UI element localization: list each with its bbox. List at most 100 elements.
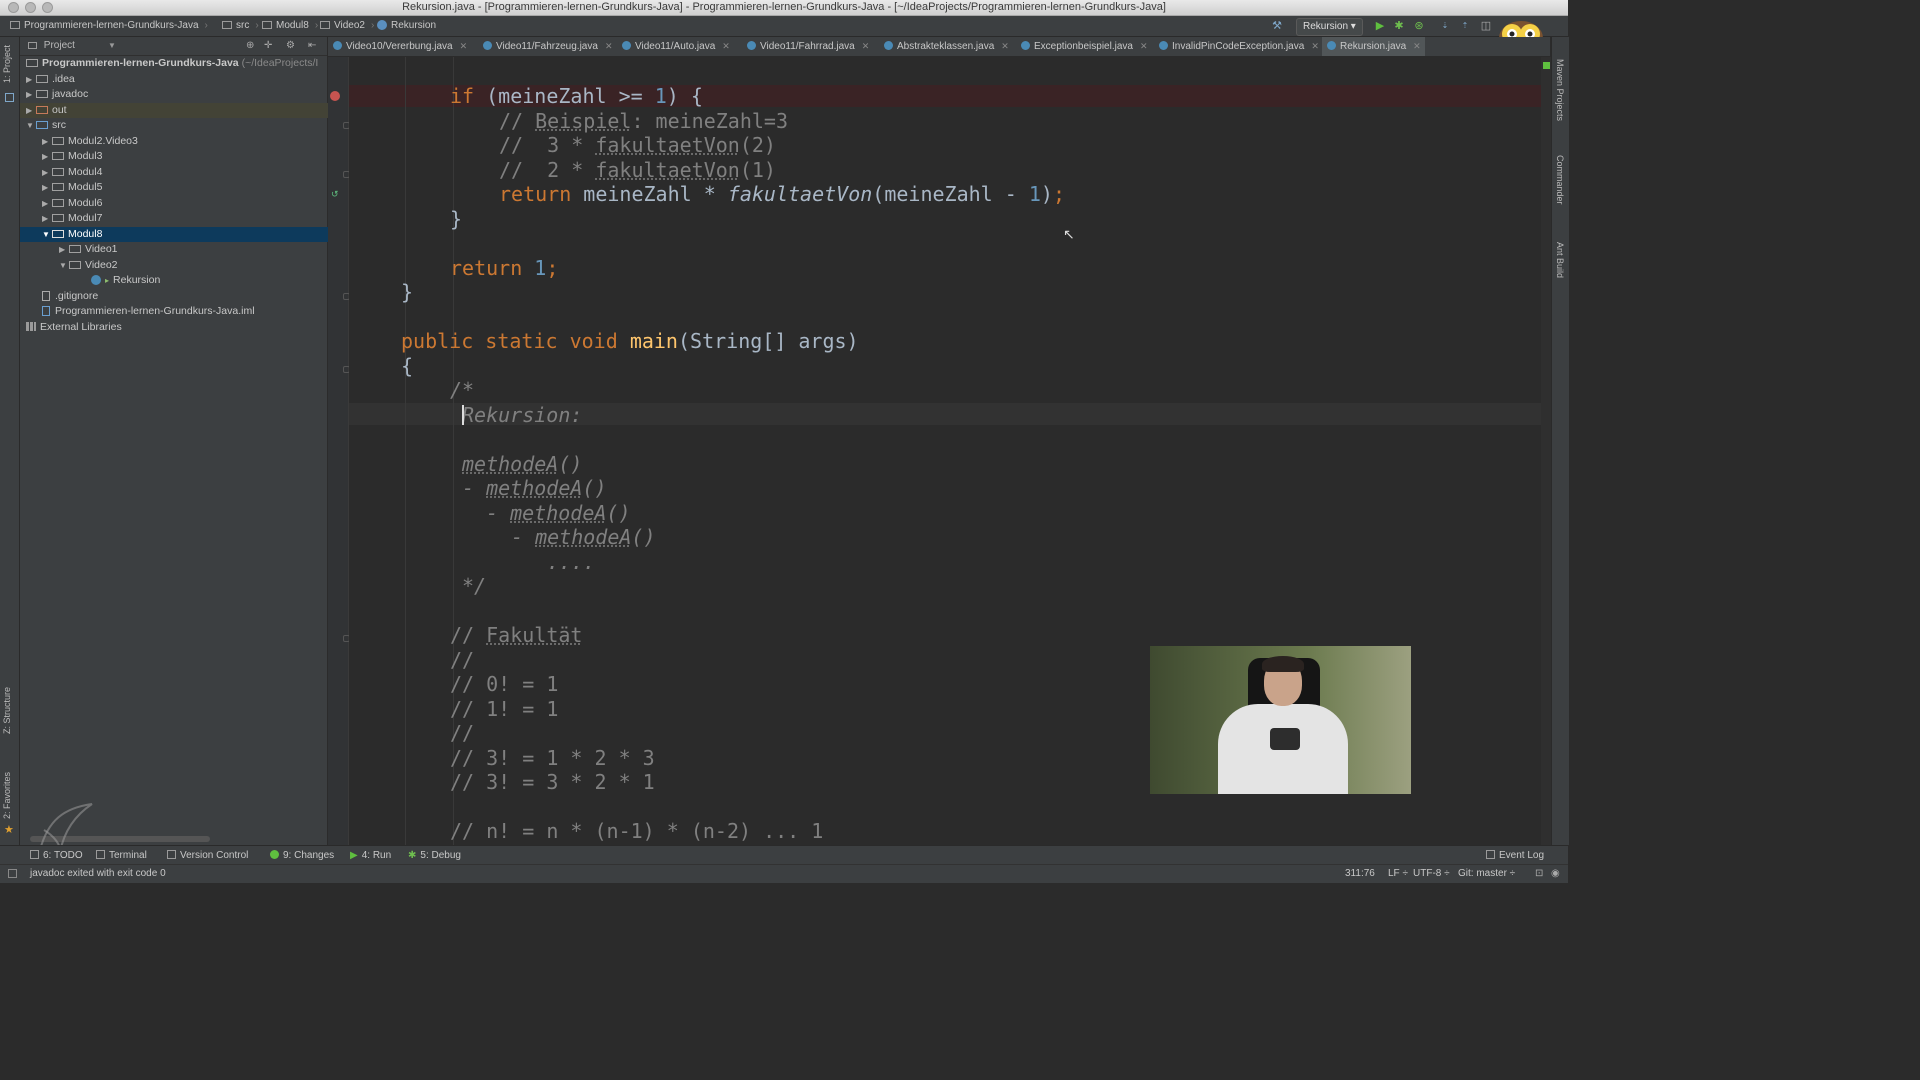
todo-icon	[30, 850, 39, 859]
module-file-icon	[42, 306, 50, 316]
chevron-right-icon[interactable]: ▶	[42, 180, 52, 195]
close-tab-icon[interactable]: ✕	[1311, 41, 1319, 51]
tree-item-idea[interactable]: ▶ .idea	[20, 72, 333, 87]
tree-item-video2[interactable]: ▼ Video2	[20, 258, 366, 273]
favorites-tool-tab[interactable]: 2: Favorites	[2, 772, 12, 819]
gear-icon[interactable]: ⚙	[286, 37, 295, 55]
tree-item-src[interactable]: ▼ src	[20, 118, 333, 133]
project-tool-tab[interactable]: 1: Project	[2, 45, 12, 83]
structure-tool-tab[interactable]: Z: Structure	[2, 687, 12, 734]
chevron-down-icon[interactable]: ▼	[108, 37, 116, 55]
navigation-bar: Programmieren-lernen-Grundkurs-Java › src…	[0, 16, 1568, 37]
tree-item-modul2-video3[interactable]: ▶ Modul2.Video3	[20, 134, 349, 149]
settings-icon[interactable]: ◫	[1479, 19, 1493, 33]
tree-item-modul4[interactable]: ▶ Modul4	[20, 165, 349, 180]
run-icon[interactable]: ▶	[1373, 19, 1387, 33]
tree-item-javadoc[interactable]: ▶ javadoc	[20, 87, 333, 102]
code-line: //	[450, 721, 475, 745]
tab-invalidpincodeexception[interactable]: InvalidPinCodeException.java ✕	[1154, 37, 1323, 56]
todo-tab[interactable]: 6: TODO	[30, 846, 83, 865]
tab-auto[interactable]: Video11/Auto.java ✕	[617, 37, 734, 56]
tab-fahrzeug[interactable]: Video11/Fahrzeug.java ✕	[478, 37, 616, 56]
chevron-down-icon[interactable]: ▼	[42, 227, 52, 242]
inspector-icon[interactable]: ◉	[1551, 865, 1560, 883]
tree-item-modul8[interactable]: ▼ Modul8	[20, 227, 349, 242]
coverage-icon[interactable]: ⊛	[1412, 19, 1426, 33]
toggle-tool-windows-icon[interactable]	[8, 869, 17, 878]
excluded-folder-icon	[36, 106, 48, 114]
editor-scrollbar[interactable]	[1541, 57, 1551, 845]
run-configuration-select[interactable]: Rekursion ▾	[1296, 18, 1363, 36]
close-tab-icon[interactable]: ✕	[1001, 41, 1009, 51]
breadcrumb-modul8[interactable]: Modul8 ›	[262, 16, 318, 36]
chevron-right-icon[interactable]: ▶	[26, 103, 36, 118]
chevron-right-icon[interactable]: ▶	[42, 211, 52, 226]
tree-item-modul7[interactable]: ▶ Modul7	[20, 211, 349, 226]
debug-icon[interactable]: ✱	[1392, 19, 1406, 33]
package-icon	[52, 183, 64, 191]
breakpoint-icon[interactable]	[330, 91, 340, 101]
tab-fahrrad[interactable]: Video11/Fahrrad.java ✕	[742, 37, 873, 56]
chevron-down-icon[interactable]: ▼	[26, 118, 36, 133]
vcs-update-icon[interactable]: ⇣	[1438, 19, 1452, 33]
close-tab-icon[interactable]: ✕	[1413, 41, 1421, 51]
tree-item-project-root[interactable]: Programmieren-lernen-Grundkurs-Java (~/I…	[20, 56, 333, 71]
chevron-right-icon[interactable]: ▶	[42, 196, 52, 211]
chevron-down-icon[interactable]: ▼	[59, 258, 69, 273]
tab-exceptionbeispiel[interactable]: Exceptionbeispiel.java ✕	[1016, 37, 1152, 56]
chevron-right-icon[interactable]: ▶	[26, 87, 36, 102]
chevron-right-icon[interactable]: ▶	[59, 242, 69, 257]
close-tab-icon[interactable]: ✕	[460, 41, 468, 51]
code-line: */	[462, 574, 487, 598]
tree-item-external-libraries[interactable]: External Libraries	[20, 320, 333, 335]
tab-abstrakteklassen[interactable]: Abstrakteklassen.java ✕	[879, 37, 1013, 56]
tree-item-video1[interactable]: ▶ Video1	[20, 242, 366, 257]
commander-tab[interactable]: Commander	[1555, 155, 1565, 205]
encoding-select[interactable]: UTF-8 ÷	[1413, 865, 1450, 883]
breadcrumb-project[interactable]: Programmieren-lernen-Grundkurs-Java ›	[10, 16, 208, 36]
breadcrumb-rekursion[interactable]: Rekursion	[377, 16, 436, 36]
tree-item-modul5[interactable]: ▶ Modul5	[20, 180, 349, 195]
owl-logo-icon	[1270, 728, 1300, 750]
version-control-tab[interactable]: Version Control	[167, 846, 248, 865]
hide-panel-icon[interactable]: ⇤	[308, 37, 316, 55]
caret-position[interactable]: 311:76	[1345, 865, 1375, 883]
tree-item-out[interactable]: ▶ out	[20, 103, 333, 118]
mouse-cursor-icon: ↖	[1063, 226, 1075, 242]
tree-item-modul3[interactable]: ▶ Modul3	[20, 149, 349, 164]
ant-build-tab[interactable]: Ant Build	[1555, 242, 1565, 278]
tree-item-modul6[interactable]: ▶ Modul6	[20, 196, 349, 211]
project-view-select[interactable]: Project	[44, 40, 75, 51]
close-tab-icon[interactable]: ✕	[1140, 41, 1148, 51]
chevron-right-icon[interactable]: ▶	[42, 165, 52, 180]
build-icon[interactable]: ⚒	[1270, 19, 1284, 33]
package-icon	[52, 199, 64, 207]
tree-item-iml[interactable]: Programmieren-lernen-Grundkurs-Java.iml	[20, 304, 349, 319]
star-icon: ★	[4, 824, 14, 836]
close-tab-icon[interactable]: ✕	[722, 41, 730, 51]
debug-tab[interactable]: ✱ 5: Debug	[408, 846, 461, 865]
chevron-right-icon[interactable]: ▶	[26, 72, 36, 87]
vcs-commit-icon[interactable]: ⇡	[1458, 19, 1472, 33]
line-separator-select[interactable]: LF ÷	[1388, 865, 1408, 883]
close-tab-icon[interactable]: ✕	[862, 41, 870, 51]
chevron-right-icon[interactable]: ▶	[42, 134, 52, 149]
maven-projects-tab[interactable]: Maven Projects	[1555, 59, 1565, 121]
sync-icon[interactable]: ⊕	[246, 37, 254, 55]
close-tab-icon[interactable]: ✕	[605, 41, 613, 51]
run-tab[interactable]: ▶ 4: Run	[350, 846, 391, 865]
tab-rekursion[interactable]: Rekursion.java ✕	[1322, 37, 1425, 56]
chevron-right-icon[interactable]: ▶	[42, 149, 52, 164]
terminal-tab[interactable]: Terminal	[96, 846, 147, 865]
git-branch-select[interactable]: Git: master ÷	[1458, 865, 1515, 883]
webcam-overlay	[1150, 646, 1411, 794]
breadcrumb-src[interactable]: src ›	[222, 16, 259, 36]
breadcrumb-video2[interactable]: Video2 ›	[320, 16, 374, 36]
lock-icon[interactable]: ⊡	[1535, 865, 1543, 883]
tree-item-gitignore[interactable]: .gitignore	[20, 289, 349, 304]
event-log-tab[interactable]: Event Log	[1486, 846, 1544, 865]
changes-tab[interactable]: 9: Changes	[270, 846, 334, 865]
project-icon	[5, 93, 14, 102]
collapse-all-icon[interactable]: ✛	[264, 37, 272, 55]
tab-vererbung[interactable]: Video10/Vererbung.java ✕	[328, 37, 471, 56]
